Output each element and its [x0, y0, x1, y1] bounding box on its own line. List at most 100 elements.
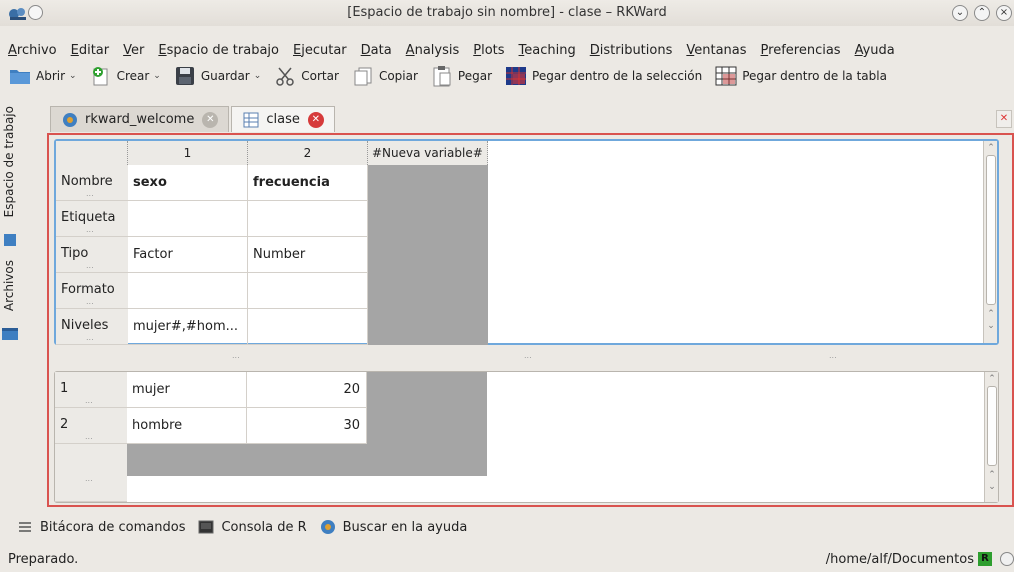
tab-rkward-welcome[interactable]: rkward_welcome ✕: [50, 106, 230, 132]
empty-column[interactable]: [367, 372, 487, 444]
window-title: [Espacio de trabajo sin nombre] - clase …: [347, 5, 667, 20]
new-document-icon: [89, 65, 113, 87]
status-bar: Preparado. /home/alf/Documentos R: [0, 546, 1014, 572]
data-vertical-scrollbar[interactable]: ⌃ ⌃ ⌄: [984, 372, 998, 502]
cell-type-2[interactable]: Number: [248, 237, 368, 273]
menu-ver[interactable]: Ver: [123, 43, 144, 58]
cell-sexo-2[interactable]: hombre: [127, 408, 247, 444]
paste-label: Pegar: [457, 69, 493, 83]
scroll-handle[interactable]: [987, 386, 997, 466]
column-header-new-variable[interactable]: #Nueva variable#: [368, 141, 488, 165]
table-selection-icon: [504, 65, 528, 87]
save-label: Guardar: [200, 69, 250, 83]
pane-splitter[interactable]: ... ... ...: [54, 351, 999, 365]
tab-clase[interactable]: clase ✕: [231, 106, 335, 132]
scroll-up-icon[interactable]: ⌃: [984, 143, 998, 153]
chevron-down-icon[interactable]: ⌄: [153, 71, 161, 81]
cell-format-2[interactable]: [248, 273, 368, 309]
row-index-1[interactable]: 1...: [55, 372, 127, 408]
cut-label: Cortar: [301, 69, 339, 83]
r-console-button[interactable]: Consola de R: [197, 519, 307, 535]
column-header-2[interactable]: 2: [248, 141, 368, 165]
row-header-niveles: Niveles...: [56, 309, 128, 345]
copy-label: Copiar: [378, 69, 418, 83]
row-header-formato: Formato...: [56, 273, 128, 309]
cell-frecuencia-1[interactable]: 20: [247, 372, 367, 408]
cell-format-1[interactable]: [128, 273, 248, 309]
menu-data[interactable]: Data: [361, 43, 392, 58]
empty-column[interactable]: [368, 165, 488, 345]
command-log-button[interactable]: Bitácora de comandos: [16, 519, 185, 535]
menu-preferencias[interactable]: Preferencias: [761, 43, 841, 58]
menu-analysis[interactable]: Analysis: [406, 43, 460, 58]
cut-button[interactable]: Cortar: [273, 65, 339, 87]
workspace-tab[interactable]: Espacio de trabajo: [2, 106, 16, 217]
tab-label: clase: [266, 112, 300, 127]
empty-row[interactable]: [127, 444, 487, 476]
paste-in-selection-button[interactable]: Pegar dentro de la selección: [504, 65, 702, 87]
open-button[interactable]: Abrir ⌄: [8, 65, 77, 87]
help-search-button[interactable]: Buscar en la ayuda: [319, 519, 467, 535]
row-index-new[interactable]: ...: [55, 444, 127, 502]
working-directory[interactable]: /home/alf/Documentos: [826, 552, 974, 567]
tab-label: rkward_welcome: [85, 112, 195, 127]
cell-label-2[interactable]: [248, 201, 368, 237]
scroll-handle[interactable]: [986, 155, 996, 305]
copy-icon: [351, 65, 375, 87]
r-console-label: Consola de R: [221, 519, 307, 535]
close-document-icon[interactable]: ✕: [996, 110, 1012, 128]
row-index-2[interactable]: 2...: [55, 408, 127, 444]
menu-ejecutar[interactable]: Ejecutar: [293, 43, 347, 58]
cell-levels-1[interactable]: mujer#,#hom...: [128, 309, 248, 345]
save-icon: [173, 65, 197, 87]
close-window-button[interactable]: ×: [996, 5, 1012, 21]
create-label: Crear: [116, 69, 150, 83]
cell-name-2[interactable]: frecuencia: [248, 165, 368, 201]
menu-ventanas[interactable]: Ventanas: [686, 43, 746, 58]
command-log-label: Bitácora de comandos: [40, 519, 186, 535]
cell-label-1[interactable]: [128, 201, 248, 237]
left-dock: Espacio de trabajo Archivos: [0, 100, 22, 500]
chevron-down-icon[interactable]: ⌄: [254, 71, 262, 81]
r-status-badge[interactable]: R: [978, 552, 992, 566]
scroll-up-icon[interactable]: ⌃: [984, 309, 998, 319]
folder-icon: [2, 328, 18, 340]
menu-plots[interactable]: Plots: [473, 43, 504, 58]
column-header-1[interactable]: 1: [128, 141, 248, 165]
paste-icon: [430, 65, 454, 87]
menu-espacio-de-trabajo[interactable]: Espacio de trabajo: [158, 43, 279, 58]
save-button[interactable]: Guardar ⌄: [173, 65, 261, 87]
chevron-down-icon[interactable]: ⌄: [69, 71, 77, 81]
create-button[interactable]: Crear ⌄: [89, 65, 161, 87]
paste-in-table-button[interactable]: Pegar dentro de la tabla: [714, 65, 887, 87]
table-icon: [714, 65, 738, 87]
copy-button[interactable]: Copiar: [351, 65, 418, 87]
close-tab-icon[interactable]: ✕: [307, 111, 324, 128]
paste-button[interactable]: Pegar: [430, 65, 492, 87]
minimize-button[interactable]: ⌄: [952, 5, 968, 21]
paste-in-selection-label: Pegar dentro de la selección: [532, 69, 703, 83]
data-table-icon: [243, 112, 259, 127]
scroll-down-icon[interactable]: ⌄: [984, 321, 998, 331]
cell-type-1[interactable]: Factor: [128, 237, 248, 273]
scroll-up-icon[interactable]: ⌃: [985, 374, 999, 384]
maximize-button[interactable]: ⌃: [974, 5, 990, 21]
menu-editar[interactable]: Editar: [71, 43, 110, 58]
row-header-etiqueta: Etiqueta...: [56, 201, 128, 237]
cell-name-1[interactable]: sexo: [128, 165, 248, 201]
menu-teaching[interactable]: Teaching: [519, 43, 576, 58]
cell-sexo-1[interactable]: mujer: [127, 372, 247, 408]
menu-ayuda[interactable]: Ayuda: [855, 43, 895, 58]
menu-distributions[interactable]: Distributions: [590, 43, 673, 58]
meta-vertical-scrollbar[interactable]: ⌃ ⌃ ⌄: [983, 141, 997, 343]
scroll-up-icon[interactable]: ⌃: [985, 470, 999, 480]
cell-frecuencia-2[interactable]: 30: [247, 408, 367, 444]
document-tabs: rkward_welcome ✕ clase ✕: [50, 106, 337, 132]
close-tab-icon[interactable]: ✕: [202, 111, 219, 128]
data-table: 1... mujer 20 2... hombre 30 ... ⌃ ⌃ ⌄: [54, 371, 999, 503]
scroll-down-icon[interactable]: ⌄: [985, 482, 999, 492]
menu-archivo[interactable]: Archivo: [8, 43, 57, 58]
bottom-dock: Bitácora de comandos Consola de R Buscar…: [0, 516, 1014, 538]
files-tab[interactable]: Archivos: [2, 260, 16, 311]
cell-levels-2[interactable]: [248, 309, 368, 345]
